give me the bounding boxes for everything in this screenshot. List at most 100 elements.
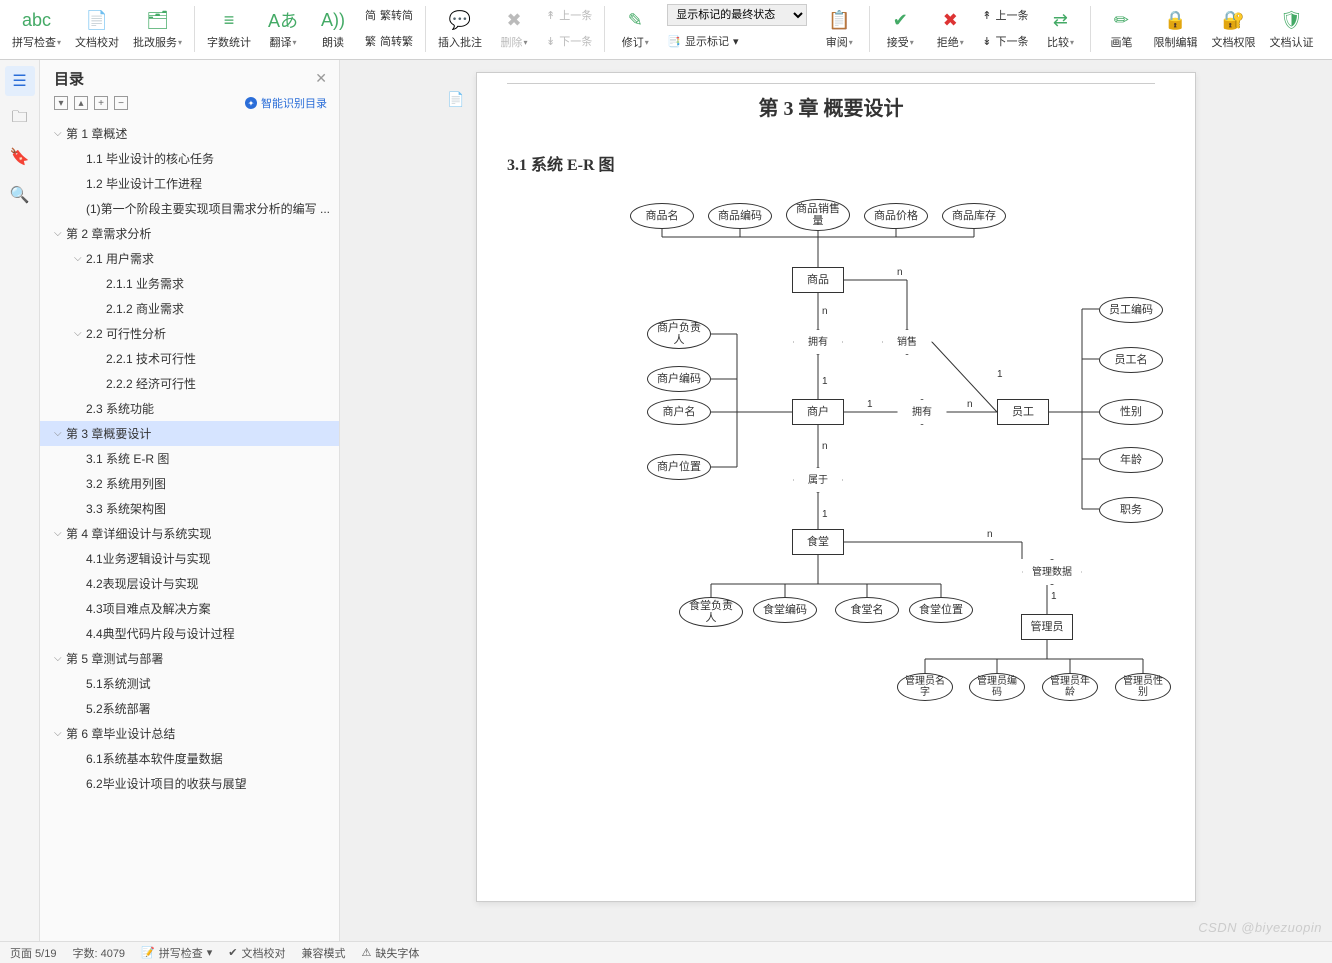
simp-to-trad-button[interactable]: 繁简转繁 [359,28,419,54]
toc-list[interactable]: ⌵第 1 章概述1.1 毕业设计的核心任务1.2 毕业设计工作进程(1)第一个阶… [40,117,339,941]
er-attr: 食堂负责人 [679,597,743,627]
er-entity-admin: 管理员 [1021,614,1073,640]
trad-to-simp-button[interactable]: 简繁转简 [359,2,419,28]
spellcheck-button[interactable]: abc拼写检查▾ [6,2,67,56]
toc-item[interactable]: ⌵第 2 章需求分析 [40,221,339,246]
toc-header: 目录 ✕ [40,60,339,93]
wordcount-button[interactable]: ≡字数统计 [201,2,257,56]
show-markup-button[interactable]: 📑显示标记▾ [661,28,813,54]
smart-toc-button[interactable]: ✦智能识别目录 [245,95,327,111]
toc-item[interactable]: 2.2.2 经济可行性 [40,371,339,396]
toc-item[interactable]: 1.1 毕业设计的核心任务 [40,146,339,171]
er-attr: 管理员性别 [1115,673,1171,701]
remove-level-button[interactable]: − [114,96,128,110]
status-proof[interactable]: ✔ 文档校对 [228,945,285,961]
toc-item[interactable]: 4.3项目难点及解决方案 [40,596,339,621]
status-mode[interactable]: 兼容模式 [302,945,346,961]
toc-icon[interactable]: ☰ [5,66,35,96]
er-attr: 性别 [1099,399,1163,425]
er-attr: 员工编码 [1099,297,1163,323]
er-attr: 商品库存 [942,203,1006,229]
permission-button[interactable]: 🔐文档权限 [1205,2,1261,56]
auth-button[interactable]: 🛡文档认证 [1263,2,1319,56]
toc-item[interactable]: ⌵第 3 章概要设计 [40,421,339,446]
er-attr: 商户负责人 [647,319,711,349]
insert-comment-button[interactable]: 💬插入批注 [432,2,488,56]
toc-item[interactable]: 6.2毕业设计项目的收获与展望 [40,771,339,796]
er-attr: 管理员名字 [897,673,953,701]
svg-text:1: 1 [997,369,1003,380]
next-comment-button[interactable]: ↡下一条 [540,28,598,54]
collapse-all-button[interactable]: ▾ [54,96,68,110]
prev-comment-button[interactable]: ↟上一条 [540,2,598,28]
display-state-row[interactable]: 显示标记的最终状态 [661,2,813,28]
expand-all-button[interactable]: ▴ [74,96,88,110]
toc-item[interactable]: 3.1 系统 E-R 图 [40,446,339,471]
proofread-button[interactable]: 📄文档校对 [69,2,125,56]
svg-text:1: 1 [867,399,873,410]
batch-button[interactable]: 🗂批改服务▾ [127,2,188,56]
toc-item[interactable]: 4.1业务逻辑设计与实现 [40,546,339,571]
status-page[interactable]: 页面 5/19 [10,945,56,961]
read-button[interactable]: A))朗读 [309,2,357,56]
review-button[interactable]: 📋审阅▾ [815,2,863,56]
er-diagram: n 1 n 1 1 n [527,189,1167,729]
close-icon[interactable]: ✕ [315,70,327,87]
toc-item[interactable]: 2.1.1 业务需求 [40,271,339,296]
toc-item[interactable]: 3.2 系统用列图 [40,471,339,496]
toc-title: 目录 [54,68,84,89]
svg-text:n: n [897,267,903,278]
er-attr: 食堂名 [835,597,899,623]
er-rel-has: 拥有 [897,399,947,425]
toc-item[interactable]: 1.2 毕业设计工作进程 [40,171,339,196]
svg-text:n: n [822,441,828,452]
markup-stack: 显示标记的最终状态 📑显示标记▾ [661,2,813,54]
toc-item[interactable]: ⌵2.2 可行性分析 [40,321,339,346]
search-icon[interactable]: 🔍 [5,180,35,210]
toc-item[interactable]: 4.4典型代码片段与设计过程 [40,621,339,646]
reject-button[interactable]: ✖拒绝▾ [926,2,974,56]
toc-item[interactable]: 2.1.2 商业需求 [40,296,339,321]
status-spell[interactable]: 📝 拼写检查 ▾ [141,945,212,961]
add-level-button[interactable]: + [94,96,108,110]
toc-item[interactable]: 6.1系统基本软件度量数据 [40,746,339,771]
restrict-button[interactable]: 🔒限制编辑 [1147,2,1203,56]
toc-item[interactable]: (1)第一个阶段主要实现项目需求分析的编写 ... [40,196,339,221]
prev-change-button[interactable]: ↟上一条 [976,2,1034,28]
toc-item[interactable]: ⌵2.1 用户需求 [40,246,339,271]
toc-item[interactable]: 5.1系统测试 [40,671,339,696]
toc-item[interactable]: ⌵第 4 章详细设计与系统实现 [40,521,339,546]
toc-item[interactable]: ⌵第 6 章毕业设计总结 [40,721,339,746]
er-attr: 员工名 [1099,347,1163,373]
next-change-button[interactable]: ↡下一条 [976,28,1034,54]
status-wordcount[interactable]: 字数: 4079 [72,945,125,961]
er-rel-belongs: 属于 [793,467,843,493]
delete-comment-button[interactable]: ✖删除▾ [490,2,538,56]
watermark: CSDN @biyezuopin [1198,920,1322,935]
er-attr: 商户位置 [647,454,711,480]
toc-item[interactable]: ⌵第 5 章测试与部署 [40,646,339,671]
pen-button[interactable]: ✏画笔 [1097,2,1145,56]
compare-button[interactable]: ⇄比较▾ [1036,2,1084,56]
svg-text:1: 1 [1051,591,1057,602]
page-break-icon: 📄 [447,91,464,108]
folder-icon[interactable]: 🗀 [5,104,35,134]
toc-item[interactable]: ⌵第 1 章概述 [40,121,339,146]
document-area[interactable]: 📄 第 3 章 概要设计 3.1 系统 E-R 图 n 1 n [340,60,1332,941]
accept-button[interactable]: ✔接受▾ [876,2,924,56]
comment-nav-stack: ↟上一条 ↡下一条 [540,2,598,54]
er-rel-sells: 销售 [882,329,932,355]
section-title: 3.1 系统 E-R 图 [507,151,1155,175]
revise-button[interactable]: ✎修订▾ [611,2,659,56]
toc-item[interactable]: 2.3 系统功能 [40,396,339,421]
toc-item[interactable]: 5.2系统部署 [40,696,339,721]
display-state-select[interactable]: 显示标记的最终状态 [667,4,807,26]
bookmark-icon[interactable]: 🔖 [5,142,35,172]
toc-item[interactable]: 2.2.1 技术可行性 [40,346,339,371]
status-font[interactable]: ⚠ 缺失字体 [362,945,420,961]
side-icon-bar: ☰ 🗀 🔖 🔍 [0,60,40,941]
toc-item[interactable]: 3.3 系统架构图 [40,496,339,521]
translate-button[interactable]: Aあ翻译▾ [259,2,307,56]
er-entity-product: 商品 [792,267,844,293]
toc-item[interactable]: 4.2表现层设计与实现 [40,571,339,596]
